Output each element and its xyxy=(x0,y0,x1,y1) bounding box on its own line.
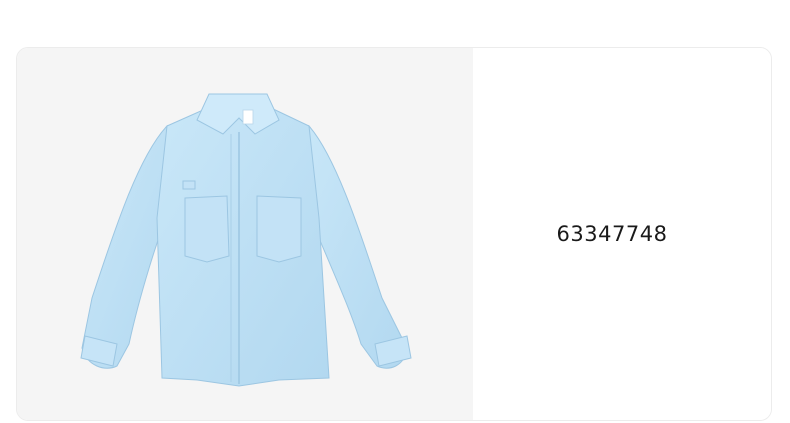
product-image[interactable] xyxy=(17,48,473,420)
shirt-illustration xyxy=(80,93,412,387)
product-info: 63347748 xyxy=(473,48,771,420)
product-card[interactable]: 63347748 xyxy=(16,47,772,421)
product-code: 63347748 xyxy=(556,222,668,246)
